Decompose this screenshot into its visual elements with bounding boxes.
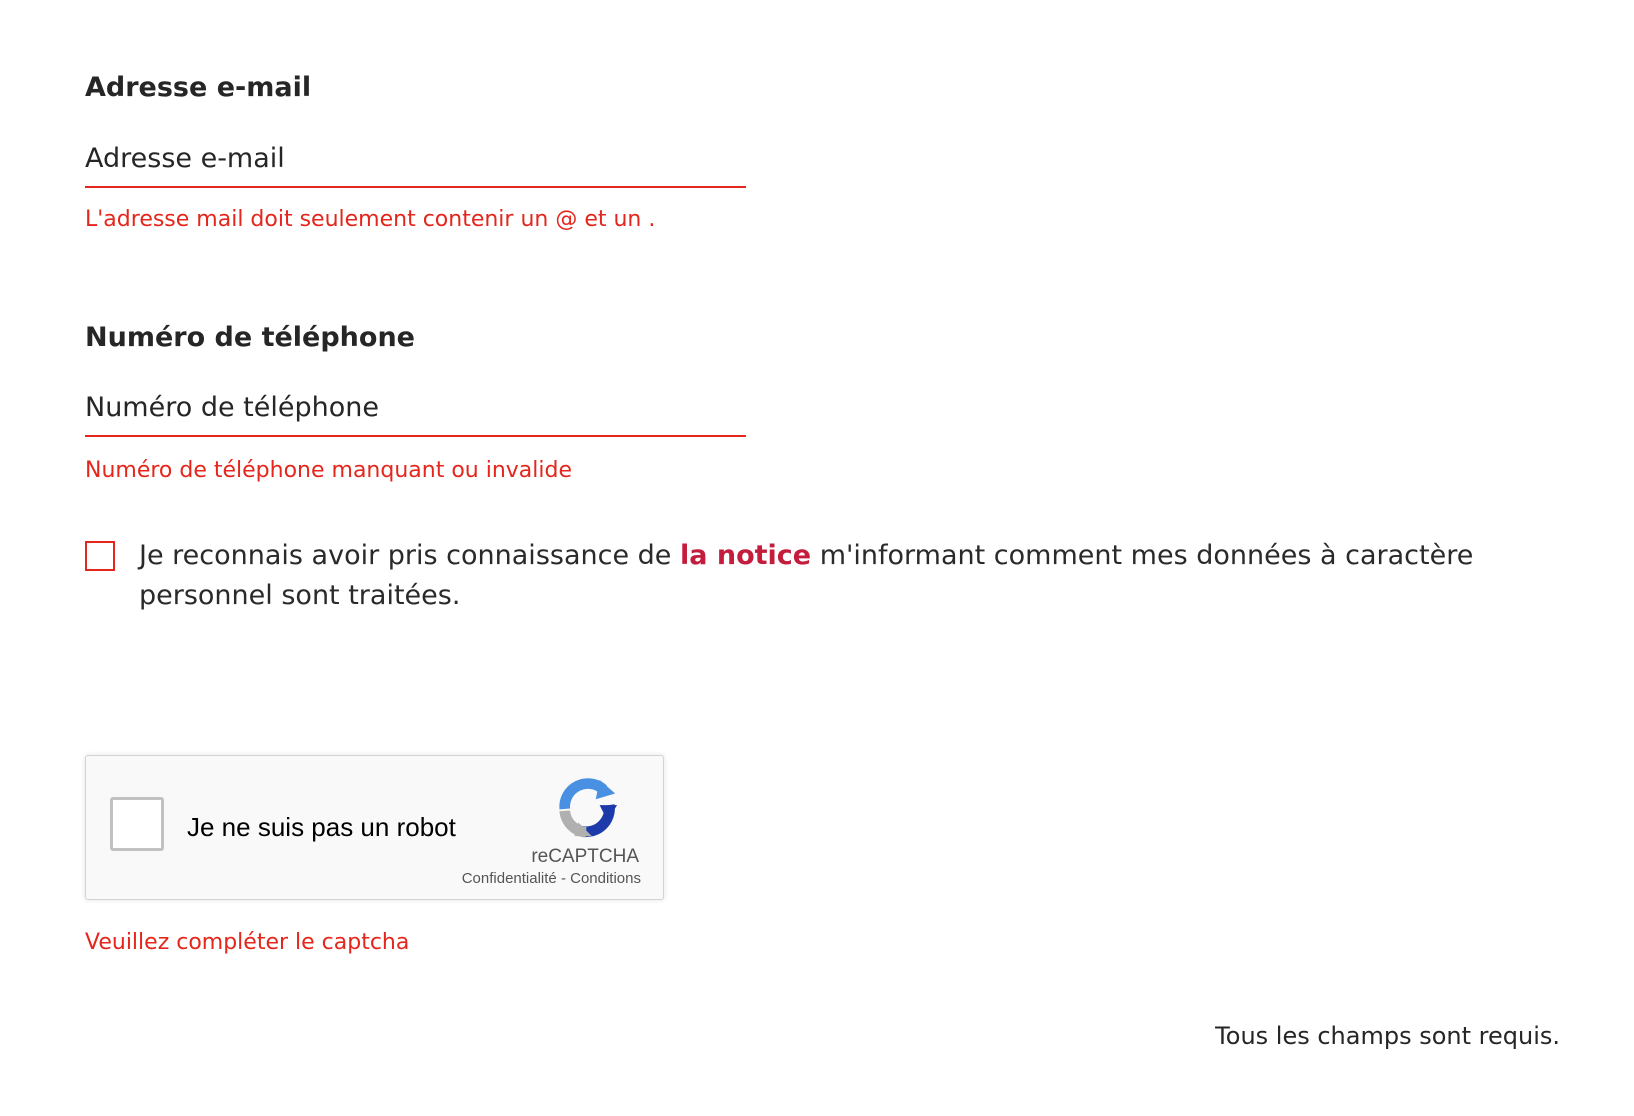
phone-field[interactable] [85,379,746,437]
recaptcha-brand: reCAPTCHA [531,846,639,867]
recaptcha-widget: Je ne suis pas un robot reCAPTCHA Confid… [85,755,664,900]
notice-link[interactable]: la notice [680,540,811,571]
recaptcha-checkbox[interactable] [110,797,164,851]
consent-text-before: Je reconnais avoir pris connaissance de [139,540,680,571]
recaptcha-logo-icon [559,778,618,838]
contact-form: Adresse e-mail L'adresse mail doit seule… [0,0,1634,1116]
recaptcha-label: Je ne suis pas un robot [187,812,456,842]
recaptcha-privacy-link[interactable]: Confidentialité [462,870,557,887]
consent-text: Je reconnais avoir pris connaissance de … [139,536,1555,616]
recaptcha-links: Confidentialité - Conditions [462,870,641,887]
phone-label: Numéro de téléphone [85,322,415,353]
recaptcha-terms-link[interactable]: Conditions [570,870,641,887]
email-label: Adresse e-mail [85,72,312,103]
consent-row: Je reconnais avoir pris connaissance de … [85,536,1555,616]
recaptcha-link-separator: - [560,870,566,887]
captcha-error: Veuillez compléter le captcha [85,930,410,955]
email-field[interactable] [85,130,746,188]
required-note: Tous les champs sont requis. [1215,1022,1560,1050]
phone-error: Numéro de téléphone manquant ou invalide [85,458,573,483]
email-error: L'adresse mail doit seulement contenir u… [85,207,656,232]
consent-checkbox[interactable] [85,541,115,571]
